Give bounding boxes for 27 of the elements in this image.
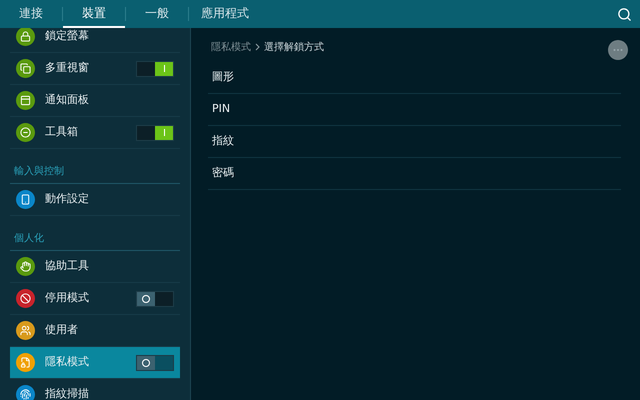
sidebar-item[interactable]: 隱私模式 bbox=[10, 347, 180, 379]
search-icon[interactable] bbox=[617, 6, 632, 22]
chevron-icon bbox=[255, 43, 260, 51]
sidebar-item[interactable]: 通知面板 bbox=[10, 85, 180, 117]
breadcrumb-current: 選擇解鎖方式 bbox=[264, 40, 324, 54]
tab[interactable]: 一般 bbox=[126, 0, 188, 28]
unlock-option[interactable]: 指紋 bbox=[208, 126, 621, 158]
unlock-option[interactable]: PIN bbox=[208, 94, 621, 126]
sidebar-item[interactable]: 協助工具 bbox=[10, 251, 180, 283]
tab[interactable]: 連接 bbox=[0, 0, 62, 28]
unlock-option[interactable]: 圖形 bbox=[208, 62, 621, 94]
sidebar-item[interactable]: 工具箱 bbox=[10, 117, 180, 149]
toggle-switch[interactable] bbox=[136, 124, 174, 140]
unlock-option[interactable]: 密碼 bbox=[208, 158, 621, 190]
sidebar-item[interactable]: 鎖定螢幕 bbox=[10, 28, 180, 53]
toggle-switch[interactable] bbox=[136, 354, 174, 370]
sidebar-item[interactable]: 指紋掃描 bbox=[10, 379, 180, 400]
sidebar-item[interactable]: 多重視窗 bbox=[10, 53, 180, 85]
section-header: 個人化 bbox=[14, 232, 44, 246]
sidebar-item[interactable]: 動作設定 bbox=[10, 184, 180, 216]
tab[interactable]: 應用程式 bbox=[189, 0, 261, 28]
toggle-switch[interactable] bbox=[136, 60, 174, 76]
breadcrumb-parent[interactable]: 隱私模式 bbox=[211, 40, 251, 54]
section-header: 輸入與控制 bbox=[14, 164, 64, 179]
more-button[interactable] bbox=[608, 40, 628, 60]
toggle-switch[interactable] bbox=[136, 290, 174, 306]
sidebar-item[interactable]: 停用模式 bbox=[10, 283, 180, 315]
